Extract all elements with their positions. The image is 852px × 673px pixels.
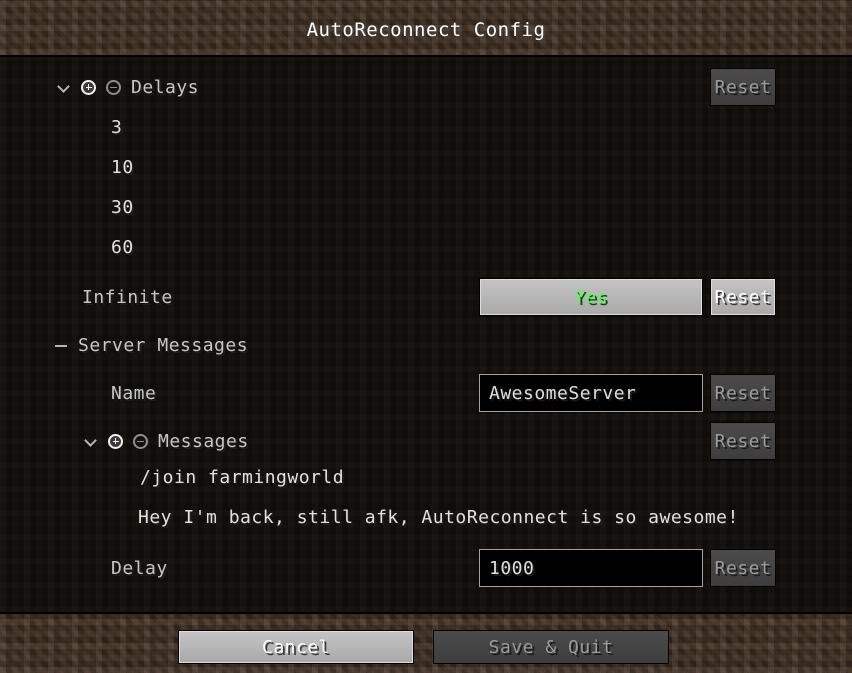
reset-button-infinite[interactable]: Reset — [710, 278, 776, 316]
window-footer: Cancel Save & Quit — [0, 612, 852, 673]
messages-tree-controls[interactable] — [85, 433, 148, 449]
chevron-down-icon[interactable] — [85, 435, 98, 448]
name-label: Name — [111, 382, 157, 404]
list-item[interactable]: 60 — [0, 225, 852, 269]
minus-circle-icon[interactable] — [133, 433, 148, 449]
reset-button-name[interactable]: Reset — [710, 374, 776, 412]
list-item[interactable]: Hey I'm back, still afk, AutoReconnect i… — [0, 495, 852, 539]
infinite-toggle-value: Yes — [573, 286, 608, 308]
delay-value: 30 — [111, 196, 134, 218]
cancel-button[interactable]: Cancel — [178, 630, 414, 664]
name-input[interactable]: AwesomeServer — [479, 374, 703, 412]
page-title: AutoReconnect Config — [306, 19, 546, 41]
reset-button-delays[interactable]: Reset — [710, 68, 776, 106]
infinite-toggle-button[interactable]: Yes — [479, 278, 703, 316]
config-row-delays[interactable]: Delays Reset — [0, 65, 852, 109]
message-value: /join farmingworld — [140, 466, 345, 488]
config-list[interactable]: Delays Reset 3 10 30 60 Infinite Yes Res… — [0, 57, 852, 612]
server-messages-label: Server Messages — [78, 334, 249, 356]
delay-value: 10 — [111, 156, 134, 178]
window-header: AutoReconnect Config — [0, 0, 852, 57]
config-row-delay[interactable]: Delay 1000 Reset — [0, 546, 852, 590]
save-and-quit-button[interactable]: Save & Quit — [433, 630, 669, 664]
messages-label: Messages — [158, 430, 249, 452]
delay-value: 3 — [111, 116, 123, 138]
list-item[interactable]: 3 — [0, 105, 852, 149]
chevron-down-icon[interactable] — [58, 81, 71, 94]
minus-circle-icon[interactable] — [106, 79, 121, 95]
delays-label: Delays — [131, 76, 200, 98]
delays-tree-controls[interactable] — [58, 79, 121, 95]
list-item[interactable]: 30 — [0, 185, 852, 229]
config-row-infinite[interactable]: Infinite Yes Reset — [0, 275, 852, 319]
plus-circle-icon[interactable] — [108, 433, 123, 449]
delay-value: 60 — [111, 236, 134, 258]
list-item[interactable]: 10 — [0, 145, 852, 189]
delay-input[interactable]: 1000 — [479, 549, 703, 587]
config-row-server-messages[interactable]: Server Messages — [0, 323, 852, 367]
list-item[interactable]: /join farmingworld — [0, 455, 852, 499]
server-messages-tree-controls[interactable] — [55, 339, 68, 352]
dash-icon[interactable] — [55, 339, 68, 352]
reset-button-delay[interactable]: Reset — [710, 549, 776, 587]
plus-circle-icon[interactable] — [81, 79, 96, 95]
delay-label: Delay — [111, 557, 168, 579]
config-row-name[interactable]: Name AwesomeServer Reset — [0, 371, 852, 415]
message-value: Hey I'm back, still afk, AutoReconnect i… — [138, 506, 739, 528]
infinite-label: Infinite — [82, 286, 173, 308]
